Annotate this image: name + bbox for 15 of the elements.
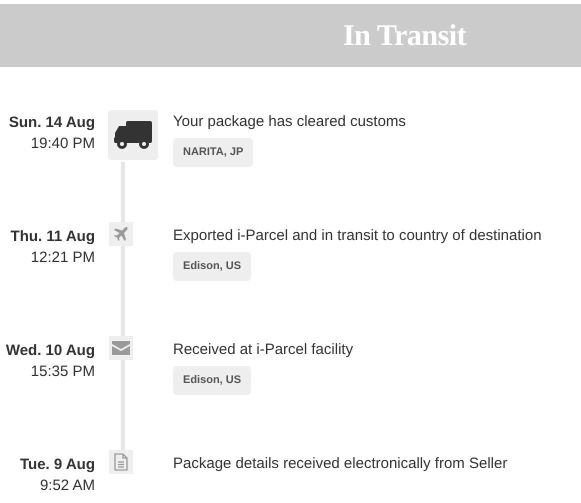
event-description: Package details received electronically from Seller bbox=[173, 454, 508, 474]
event-description: Received at i-Parcel facility bbox=[173, 340, 354, 360]
event-time: 15:35 PM bbox=[30, 362, 95, 382]
event-description: Your package has cleared customs bbox=[173, 112, 406, 132]
event-time: 19:40 PM bbox=[30, 134, 95, 154]
event-date: Thu. 11 Aug bbox=[10, 227, 95, 247]
event-date: Tue. 9 Aug bbox=[19, 455, 95, 475]
event-description: Exported i-Parcel and in transit to country of destination bbox=[173, 226, 542, 246]
location-tag: Edison, US bbox=[173, 366, 252, 394]
event-time: 12:21 PM bbox=[30, 248, 95, 268]
location-tag: Edison, US bbox=[173, 252, 252, 280]
location-tag: NARITA, JP bbox=[173, 138, 254, 166]
event-date: Wed. 10 Aug bbox=[4, 341, 95, 361]
event-time: 9:52 AM bbox=[38, 476, 95, 496]
event-date: Sun. 14 Aug bbox=[8, 113, 95, 133]
